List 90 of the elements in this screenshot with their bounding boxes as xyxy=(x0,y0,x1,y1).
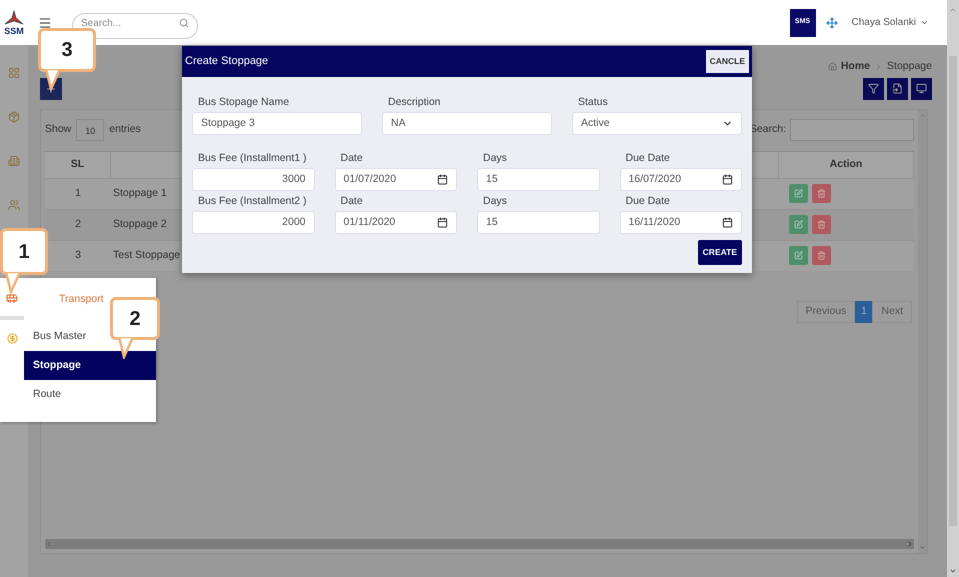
field-label: Days xyxy=(483,195,508,208)
home-icon xyxy=(828,62,837,72)
sidebar-icon[interactable] xyxy=(8,155,20,167)
field-label: Description xyxy=(388,96,442,109)
sidebar-icon[interactable] xyxy=(8,67,20,79)
search-icon[interactable] xyxy=(179,18,189,28)
toolbar-button[interactable] xyxy=(887,78,908,100)
breadcrumb-current: Stoppage xyxy=(887,59,932,74)
sidebar-icon[interactable] xyxy=(8,111,20,123)
delete-button[interactable] xyxy=(812,246,831,266)
table-cell-text: Stoppage 2 xyxy=(113,216,167,232)
field-label: Bus Fee (Installment2 ) xyxy=(198,195,308,208)
days-field[interactable]: 15 xyxy=(477,168,600,191)
show-label: Show xyxy=(45,122,72,138)
entries-label: entries xyxy=(109,122,141,138)
horizontal-scrollbar[interactable] xyxy=(45,538,914,549)
search-field[interactable]: Search... xyxy=(72,12,198,38)
field-label: Days xyxy=(483,152,508,165)
menu-item[interactable]: Route xyxy=(24,380,156,409)
menu-icon[interactable] xyxy=(38,16,52,30)
cancel-button[interactable]: CANCLE xyxy=(706,50,749,73)
date-field[interactable]: 01/11/2020 xyxy=(334,211,457,234)
scroll-up-icon[interactable] xyxy=(919,112,926,119)
menu-title: Transport xyxy=(59,292,104,308)
logo-text: SSM xyxy=(4,26,24,36)
field-label: Due Date xyxy=(626,195,671,208)
user-menu[interactable]: Chaya Solanki xyxy=(852,15,929,30)
table-cell-text: 1 xyxy=(74,186,82,201)
caret-icon xyxy=(920,18,929,27)
calendar-icon[interactable] xyxy=(437,174,448,185)
scroll-right-icon[interactable] xyxy=(906,540,914,548)
logo-icon xyxy=(3,10,25,26)
bus-icon[interactable] xyxy=(6,292,18,304)
scroll-down-icon[interactable] xyxy=(949,567,957,575)
calendar-icon[interactable] xyxy=(437,217,448,228)
table-cell-text: Test Stoppage xyxy=(113,248,180,263)
date-field[interactable]: 01/07/2020 xyxy=(334,168,457,191)
page-size-field[interactable]: 10 xyxy=(76,119,104,142)
date-field[interactable]: 16/11/2020 xyxy=(620,211,742,234)
toolbar-icon xyxy=(868,83,879,94)
breadcrumb-link[interactable]: Home xyxy=(840,59,870,75)
scroll-up-icon[interactable] xyxy=(949,6,957,14)
create-button[interactable]: CREATE xyxy=(698,240,742,265)
table-search-field[interactable] xyxy=(790,119,914,142)
toolbar-icon xyxy=(916,83,927,94)
edit-button[interactable] xyxy=(789,246,808,266)
status-select[interactable]: Active xyxy=(572,112,742,135)
vertical-scrollbar[interactable] xyxy=(918,110,927,553)
calendar-icon[interactable] xyxy=(722,217,733,228)
field-label: Status xyxy=(578,96,609,109)
expand-icon[interactable] xyxy=(826,16,838,28)
edit-icon xyxy=(794,189,803,198)
table-cell-text: 2 xyxy=(74,216,82,232)
toolbar-icon xyxy=(892,83,903,94)
trash-icon xyxy=(817,251,826,260)
edit-button[interactable] xyxy=(789,184,808,204)
edit-button[interactable] xyxy=(789,215,808,234)
scroll-left-icon[interactable] xyxy=(45,540,53,548)
trash-icon xyxy=(817,189,826,198)
edit-icon xyxy=(794,251,803,260)
coin-icon[interactable] xyxy=(6,333,18,344)
trash-icon xyxy=(817,220,826,230)
table-cell-text: Stoppage 1 xyxy=(113,186,167,201)
fee-field[interactable]: 2000 xyxy=(192,211,314,234)
days-field[interactable]: 15 xyxy=(477,211,600,234)
toolbar-button[interactable] xyxy=(911,78,932,100)
delete-button[interactable] xyxy=(812,215,831,234)
step-callout: 3 xyxy=(38,28,96,72)
calendar-icon[interactable] xyxy=(722,174,733,185)
page-scrollbar[interactable] xyxy=(947,0,959,577)
field-label: Due Date xyxy=(626,152,671,165)
menu-item[interactable]: Stoppage xyxy=(24,351,156,380)
sidebar-icon[interactable] xyxy=(8,199,20,211)
text-field[interactable]: NA xyxy=(382,112,552,135)
callout-pointer xyxy=(45,69,61,91)
fee-field[interactable]: 3000 xyxy=(192,168,314,191)
field-label: Date xyxy=(340,152,364,165)
field-label: Date xyxy=(340,195,364,208)
delete-button[interactable] xyxy=(812,184,831,204)
callout-pointer xyxy=(118,337,134,359)
edit-icon xyxy=(794,220,803,230)
field-label: Bus Stopage Name xyxy=(198,96,290,109)
step-callout: 2 xyxy=(110,297,160,340)
field-label: Bus Fee (Installment1 ) xyxy=(198,152,308,165)
table-cell-text: 3 xyxy=(74,248,82,263)
toolbar-button[interactable] xyxy=(863,78,884,100)
text-field[interactable]: Stoppage 3 xyxy=(192,112,362,135)
date-field[interactable]: 16/07/2020 xyxy=(620,168,742,191)
step-callout: 1 xyxy=(0,228,48,275)
dialog-title: Create Stoppage xyxy=(185,54,268,70)
